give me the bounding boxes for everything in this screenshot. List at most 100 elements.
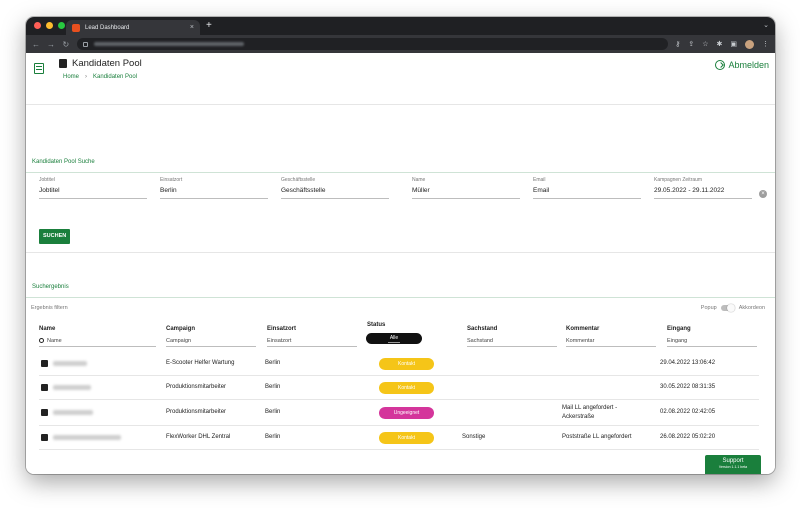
header-einsatzort[interactable]: Einsatzort — [267, 326, 296, 332]
filter-name[interactable]: Name Müller — [412, 177, 520, 199]
filter-input[interactable]: Geschäftsstelle — [281, 187, 389, 199]
sidebar-icon[interactable]: ▣ — [730, 40, 737, 48]
filter-input[interactable]: Müller — [412, 187, 520, 199]
filter-input[interactable]: 29.05.2022 - 29.11.2022 — [654, 187, 752, 199]
campaign-cell: Produktionsmitarbeiter — [166, 409, 227, 415]
campaign-filter-input[interactable]: Campaign — [166, 338, 256, 347]
status-badge[interactable]: Kontakt — [379, 382, 434, 394]
forward-icon[interactable]: → — [47, 40, 55, 49]
breadcrumb-separator: › — [85, 74, 88, 80]
tab-search-icon[interactable]: ⌄ — [763, 21, 769, 29]
extensions-icon[interactable]: ✱ — [717, 40, 723, 48]
search-button[interactable]: SUCHEN — [39, 229, 71, 244]
filter-label: Einsatzort — [160, 177, 183, 183]
new-tab-button[interactable]: + — [206, 20, 212, 31]
table-row[interactable]: Produktionsmitarbeiter Berlin Ungeeignet… — [39, 400, 759, 426]
campaign-cell: Produktionsmitarbeiter — [166, 384, 227, 390]
header-campaign[interactable]: Campaign — [166, 326, 195, 332]
table-row[interactable]: Produktionsmitarbeiter Berlin Kontakt 30… — [39, 376, 759, 400]
campaign-cell: FlexWorker DHL Zentral — [166, 434, 231, 440]
name-filter-placeholder: Name — [47, 338, 62, 344]
person-icon — [41, 409, 48, 416]
kommentar-cell: Mail LL angefordert - Ackerstraße — [562, 405, 618, 420]
einsatzort-cell: Berlin — [265, 384, 281, 390]
browser-tab[interactable]: Lead Dashboard × — [66, 20, 200, 35]
candidate-name-redacted — [53, 385, 91, 390]
profile-avatar[interactable] — [745, 39, 754, 49]
header-kommentar[interactable]: Kommentar — [566, 326, 599, 332]
filter-input[interactable]: Email — [533, 187, 641, 199]
logout-button[interactable]: Abmelden — [715, 60, 769, 70]
eingang-cell: 26.08.2022 05:02:20 — [660, 434, 716, 440]
view-toggle[interactable]: Popup Akkordeon — [701, 304, 765, 312]
view-switch[interactable] — [720, 304, 735, 312]
sachstand-filter-input[interactable]: Sachstand — [467, 338, 557, 347]
maximize-window-button[interactable] — [58, 22, 65, 29]
breadcrumb-current[interactable]: Kandidaten Pool — [93, 74, 137, 80]
clear-date-icon[interactable]: × — [759, 190, 767, 198]
kommentar-filter-input[interactable]: Kommentar — [566, 338, 656, 347]
header-sachstand[interactable]: Sachstand — [467, 326, 497, 332]
breadcrumb-home[interactable]: Home — [63, 74, 79, 80]
status-filter-select[interactable]: Alle — [366, 333, 422, 344]
menu-icon[interactable] — [34, 63, 44, 74]
campaign-cell: E-Scooter Helfer Wartung — [166, 360, 235, 366]
filter-label: Email — [533, 177, 546, 183]
address-bar[interactable] — [76, 38, 669, 50]
eingang-cell: 02.08.2022 02:42:05 — [660, 409, 716, 415]
search-filters: Jobtitel Jobtitel Einsatzort Berlin Gesc… — [39, 177, 767, 203]
star-icon[interactable]: ☆ — [702, 40, 708, 48]
back-icon[interactable]: ← — [32, 40, 40, 49]
filter-email[interactable]: Email Email — [533, 177, 641, 199]
eingang-cell: 30.05.2022 08:31:35 — [660, 384, 716, 390]
filter-label: Geschäftsstelle — [281, 177, 316, 183]
candidate-name-redacted — [53, 361, 87, 366]
status-badge[interactable]: Kontakt — [379, 358, 434, 370]
support-button[interactable]: Support Version 1.1.1 beta — [705, 455, 761, 474]
toolbar-actions: ⚷ ⇪ ☆ ✱ ▣ ⋮ — [675, 39, 769, 49]
name-filter-input[interactable]: Name — [39, 338, 156, 347]
filter-kampagnen-zeitraum[interactable]: Kampagnen Zeitraum 29.05.2022 - 29.11.20… — [654, 177, 752, 199]
browser-menu-icon[interactable]: ⋮ — [762, 40, 769, 48]
key-icon[interactable]: ⚷ — [675, 40, 680, 48]
eingang-cell: 29.04.2022 13:06:42 — [660, 360, 716, 366]
table-row[interactable]: FlexWorker DHL Zentral Berlin Kontakt So… — [39, 426, 759, 450]
eingang-filter-input[interactable]: Eingang — [667, 338, 757, 347]
table-row[interactable]: E-Scooter Helfer Wartung Berlin Kontakt … — [39, 352, 759, 376]
tab-close-icon[interactable]: × — [190, 24, 194, 31]
filter-einsatzort[interactable]: Einsatzort Berlin — [160, 177, 268, 199]
einsatzort-cell: Berlin — [265, 409, 281, 415]
einsatzort-cell: Berlin — [265, 360, 281, 366]
header-name[interactable]: Name — [39, 326, 55, 332]
filter-rows-button[interactable]: Ergebnis filtern — [31, 305, 68, 311]
user-icon — [59, 59, 67, 68]
status-badge[interactable]: Ungeeignet — [379, 407, 434, 419]
header-status[interactable]: Status — [367, 322, 385, 328]
minimize-window-button[interactable] — [46, 22, 53, 29]
einsatzort-filter-input[interactable]: Einsatzort — [267, 338, 357, 347]
filter-input[interactable]: Berlin — [160, 187, 268, 199]
switch-knob — [726, 304, 735, 312]
filter-input[interactable]: Jobtitel — [39, 187, 147, 199]
page-title: Kandidaten Pool — [72, 58, 142, 69]
candidate-name-redacted — [53, 410, 93, 415]
filters-divider — [26, 252, 775, 253]
results-section-title: Suchergebnis — [32, 284, 69, 290]
kommentar-cell: Poststraße LL angefordert — [562, 434, 632, 440]
filter-label: Kampagnen Zeitraum — [654, 177, 703, 183]
tab-title: Lead Dashboard — [85, 24, 130, 31]
results-toolbar: Ergebnis filtern Popup Akkordeon — [31, 304, 765, 315]
reload-icon[interactable]: ↻ — [62, 40, 70, 49]
version-label: Version 1.1.1 beta — [718, 465, 748, 469]
filter-geschaeftsstelle[interactable]: Geschäftsstelle Geschäftsstelle — [281, 177, 389, 199]
close-window-button[interactable] — [34, 22, 41, 29]
breadcrumb: Home › Kandidaten Pool — [63, 74, 137, 80]
results-section-divider — [26, 297, 775, 298]
status-badge[interactable]: Kontakt — [379, 432, 434, 444]
einsatzort-cell: Berlin — [265, 434, 281, 440]
share-icon[interactable]: ⇪ — [688, 40, 694, 48]
header-eingang[interactable]: Eingang — [667, 326, 691, 332]
search-section-title: Kandidaten Pool Suche — [32, 159, 95, 165]
filter-jobtitel[interactable]: Jobtitel Jobtitel — [39, 177, 147, 199]
support-label: Support — [722, 458, 744, 464]
